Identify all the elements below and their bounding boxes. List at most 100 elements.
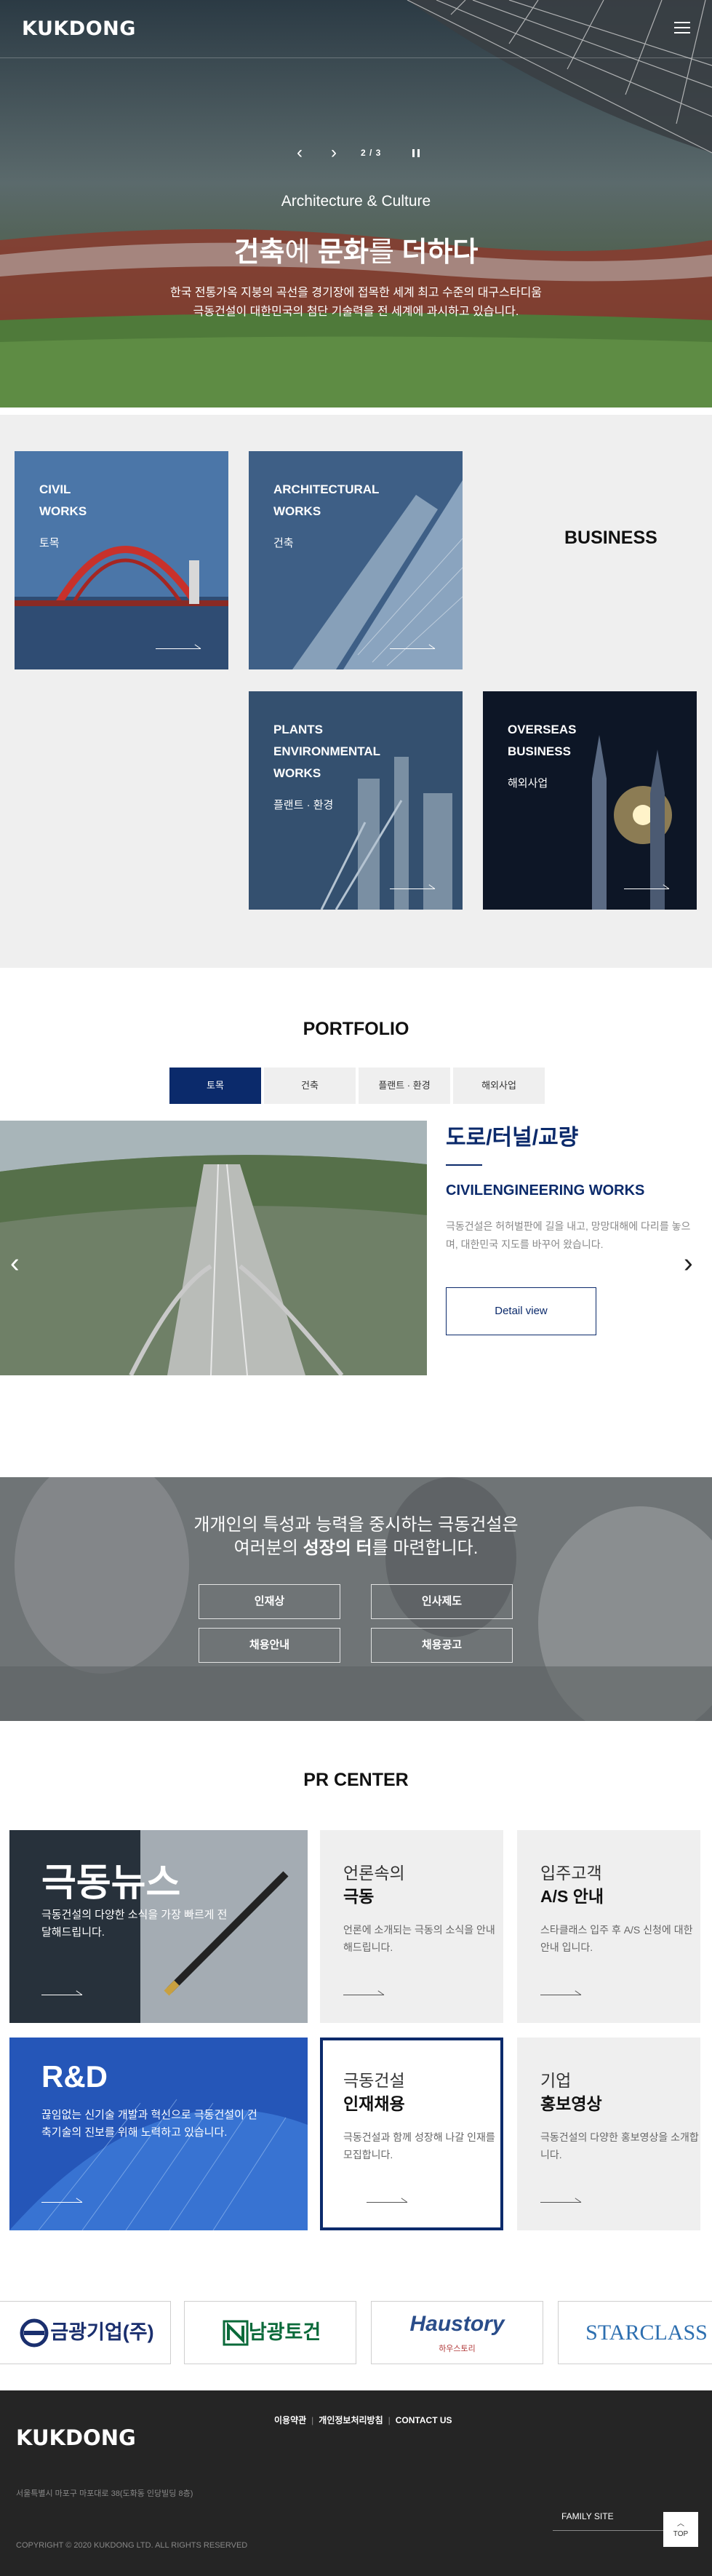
partner-logo-haustory[interactable]: Haustory 하우스토리 — [371, 2301, 543, 2364]
footer-address: 서울특별시 마포구 마포대로 38(도화동 인당빌딩 8층) — [16, 2489, 193, 2498]
slider-pause-icon[interactable] — [412, 149, 420, 157]
slider-prev-icon[interactable]: ‹ — [297, 143, 303, 162]
footer-copyright: COPYRIGHT © 2020 KUKDONG LTD. ALL RIGHTS… — [16, 2541, 248, 2550]
arrow-right-icon — [41, 2197, 82, 2203]
tab-overseas[interactable]: 해외사업 — [453, 1068, 545, 1104]
media-small: 언론속의 — [343, 1864, 405, 1883]
hero-slider-controls: ‹ › 2 / 3 — [291, 143, 436, 165]
family-site-label: FAMILY SITE — [561, 2511, 614, 2521]
talent-button[interactable]: 인재상 — [199, 1584, 340, 1619]
separator: | — [388, 2415, 391, 2425]
site-header: KUKDONG — [0, 0, 712, 58]
promo-big: 홍보영상 — [540, 2094, 602, 2113]
partner-name: 금광기업(주) — [50, 2321, 154, 2343]
site-footer: 이용약관 | 개인정보처리방침 | CONTACT US KUKDONG 서울특별시 마… — [0, 2390, 712, 2576]
business-card-plants[interactable]: PLANTS ENVIRONMENTAL WORKS 플랜트 · 환경 — [249, 691, 463, 910]
portfolio-item-title: 도로/터널/교량 — [446, 1126, 579, 1150]
partner-logo-kumkwang[interactable]: 금광기업(주) — [0, 2301, 171, 2364]
hero-section: KUKDONG ‹ › 2 / 3 Architecture & Culture… — [0, 0, 712, 408]
business-card-overseas[interactable]: OVERSEAS BUSINESS 해외사업 — [483, 691, 697, 910]
business-section: CIVIL WORKS 토목 ARCHITECTURAL WORKS 건축 BUSI… — [0, 415, 712, 968]
detail-view-button[interactable]: Detail view — [446, 1287, 596, 1335]
arrow-right-icon — [390, 883, 435, 889]
arrow-right-icon — [156, 643, 201, 649]
terms-link[interactable]: 이용약관 — [274, 2415, 306, 2425]
portfolio-item-subtitle: CIVILENGINEERING WORKS — [446, 1182, 645, 1198]
business-card-architectural[interactable]: ARCHITECTURAL WORKS 건축 — [249, 451, 463, 669]
customer-desc: 스타클래스 입주 후 A/S 신청에 대한 안내 입니다. — [540, 1924, 693, 1953]
business-card-title: PLANTS ENVIRONMENTAL WORKS — [273, 723, 381, 780]
news-desc: 극동건설의 다양한 소식을 가장 빠르게 전달해드립니다. — [41, 1909, 228, 1939]
kukdong-logo[interactable]: KUKDONG — [22, 17, 136, 40]
privacy-link[interactable]: 개인정보처리방침 — [319, 2415, 383, 2425]
slider-counter: 2 / 3 — [361, 148, 382, 158]
hero-title-part: 를 — [368, 237, 402, 268]
business-card-sub: 플랜트 · 환경 — [273, 799, 334, 811]
partner-name: STARCLASS — [585, 2321, 708, 2345]
pr-card-customer[interactable]: 입주고객 A/S 안내 스타클래스 입주 후 A/S 신청에 대한 안내 입니다… — [517, 1830, 700, 2023]
news-title: 극동뉴스 — [41, 1862, 181, 1904]
scroll-top-button[interactable]: ︿ TOP — [663, 2512, 698, 2547]
chevron-up-icon: ︿ — [677, 2520, 684, 2528]
hero-description: 한국 전통가옥 지붕의 곡선을 경기장에 접목한 세계 최고 수준의 대구스타디… — [0, 284, 712, 322]
separator: | — [311, 2415, 314, 2425]
arrow-right-icon — [343, 1989, 384, 1995]
tab-architecture[interactable]: 건축 — [264, 1068, 356, 1104]
partner-logo-namkwang[interactable]: 남광토건 — [184, 2301, 356, 2364]
arrow-right-icon — [624, 883, 669, 889]
business-card-title: CIVIL WORKS — [39, 482, 87, 518]
pr-card-media[interactable]: 언론속의 극동 언론에 소개되는 극동의 소식을 안내해드립니다. — [320, 1830, 503, 2023]
portfolio-prev-icon[interactable]: ‹ — [10, 1248, 20, 1279]
customer-small: 입주고객 — [540, 1864, 602, 1883]
hero-desc-line: 극동건설이 대한민국의 첨단 기술력을 전 세계에 과시하고 있습니다. — [193, 306, 519, 318]
recruit-guide-button[interactable]: 채용안내 — [199, 1628, 340, 1663]
hero-title-part: 문화 — [318, 237, 369, 268]
pr-card-news[interactable]: 극동뉴스 극동건설의 다양한 소식을 가장 빠르게 전달해드립니다. — [9, 1830, 308, 2023]
tab-plants[interactable]: 플랜트 · 환경 — [359, 1068, 450, 1104]
hero-title-part: 더하다 — [401, 237, 479, 268]
careers-desc: 극동건설과 함께 성장해 나갈 인재를 모집합니다. — [343, 2131, 495, 2160]
business-card-civil[interactable]: CIVIL WORKS 토목 — [15, 451, 228, 669]
recruit-section: 개개인의 특성과 능력을 중시하는 극동건설은 여러분의 성장의 터를 마련합니… — [0, 1477, 712, 1721]
recruit-line: 여러분의 성장의 터를 마련합니다. — [233, 1538, 479, 1558]
portfolio-item-desc: 극동건설은 허허벌판에 길을 내고, 망망대해에 다리를 놓으며, 대한민국 지… — [446, 1220, 691, 1250]
slider-next-icon[interactable]: › — [331, 143, 337, 162]
promo-small: 기업 — [540, 2071, 572, 2090]
divider — [446, 1164, 482, 1166]
partner-subname: 하우스토리 — [439, 2345, 476, 2353]
pr-card-careers[interactable]: 극동건설 인재채용 극동건설과 함께 성장해 나갈 인재를 모집합니다. — [320, 2038, 503, 2230]
rnd-desc: 끊임없는 신기술 개발과 혁신으로 극동건설이 건축기술의 진보를 위해 노력하… — [41, 2109, 257, 2139]
job-posting-button[interactable]: 채용공고 — [371, 1628, 513, 1663]
customer-big: A/S 안내 — [540, 1887, 604, 1906]
footer-logo[interactable]: KUKDONG — [16, 2425, 136, 2450]
pr-card-promo[interactable]: 기업 홍보영상 극동건설의 다양한 홍보영상을 소개합니다. — [517, 2038, 700, 2230]
arrow-right-icon — [390, 643, 435, 649]
business-card-title: OVERSEAS BUSINESS — [508, 723, 577, 758]
contact-link[interactable]: CONTACT US — [396, 2415, 452, 2425]
top-label: TOP — [673, 2530, 689, 2538]
arrow-right-icon — [540, 2197, 581, 2203]
business-card-sub: 해외사업 — [508, 777, 548, 790]
arrow-right-icon — [367, 2197, 407, 2203]
hero-title-part: 건축 — [233, 237, 285, 268]
pr-card-rnd[interactable]: R&D 끊임없는 신기술 개발과 혁신으로 극동건설이 건축기술의 진보를 위해… — [9, 2038, 308, 2230]
partner-name: 남광토건 — [248, 2321, 321, 2343]
business-heading: BUSINESS — [564, 528, 657, 548]
recruit-line: 개개인의 특성과 능력을 중시하는 극동건설은 — [193, 1515, 519, 1535]
arrow-right-icon — [41, 1989, 82, 1995]
hr-system-button[interactable]: 인사제도 — [371, 1584, 513, 1619]
partner-logo-starclass[interactable]: STARCLASS — [558, 2301, 712, 2364]
tab-civil[interactable]: 토목 — [169, 1068, 261, 1104]
hero-title-part: 에 — [284, 237, 319, 268]
hamburger-menu-icon[interactable] — [674, 22, 690, 36]
arrow-right-icon — [540, 1989, 581, 1995]
business-card-sub: 토목 — [39, 537, 60, 549]
hero-desc-line: 한국 전통가옥 지붕의 곡선을 경기장에 접목한 세계 최고 수준의 대구스타디… — [169, 287, 543, 299]
careers-big: 인재채용 — [343, 2094, 405, 2113]
careers-small: 극동건설 — [343, 2071, 405, 2090]
rnd-title: R&D — [41, 2059, 108, 2094]
promo-desc: 극동건설의 다양한 홍보영상을 소개합니다. — [540, 2131, 699, 2160]
highway-image — [0, 1121, 427, 1375]
footer-links: 이용약관 | 개인정보처리방침 | CONTACT US — [269, 2414, 457, 2426]
hero-subtitle: Architecture & Culture — [281, 193, 431, 210]
